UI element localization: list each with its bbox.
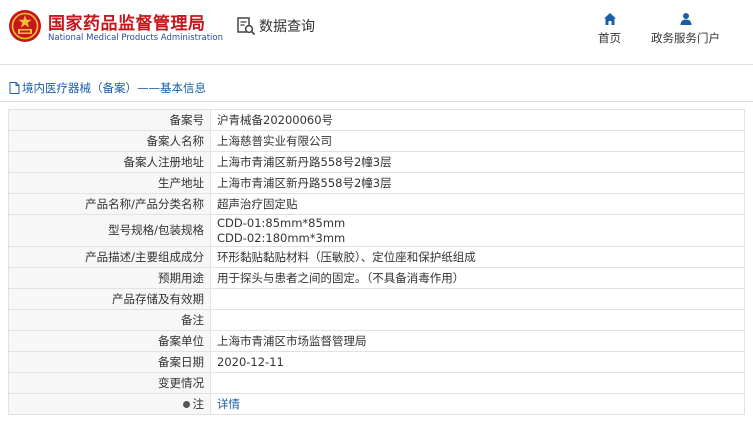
row-value: 上海慈普实业有限公司 [210, 130, 745, 152]
row-label: 产品存储及有效期 [8, 288, 211, 310]
row-value: 2020-12-11 [210, 351, 745, 373]
row-label: 产品名称/产品分类名称 [8, 193, 211, 215]
table-row: 产品存储及有效期 [8, 288, 745, 310]
table-row: 备注 [8, 309, 745, 331]
row-value [210, 372, 745, 394]
row-value [210, 309, 745, 331]
section-title: 境内医疗器械（备案）——基本信息 [22, 81, 206, 95]
data-query-label: 数据查询 [259, 19, 315, 35]
user-icon [680, 13, 691, 25]
nav-home[interactable]: 首页 [598, 12, 621, 46]
table-row: 生产地址 上海市青浦区新丹路558号2幢3层 [8, 172, 745, 194]
brand-subtitle: National Medical Products Administration [48, 33, 223, 43]
table-row: 变更情况 [8, 372, 745, 394]
row-label: 型号规格/包装规格 [8, 214, 211, 247]
table-row: 备案日期 2020-12-11 [8, 351, 745, 373]
data-query-icon [237, 17, 256, 36]
row-value: 上海市青浦区新丹路558号2幢3层 [210, 172, 745, 194]
row-label: 备注 [8, 309, 211, 331]
record-detail-table: 备案号 沪青械备20200060号 备案人名称 上海慈普实业有限公司 备案人注册… [8, 109, 745, 415]
table-row: 型号规格/包装规格 CDD-01:85mm*85mm CDD-02:180mm*… [8, 214, 745, 247]
nav-service-portal-label: 政务服务门户 [651, 31, 720, 45]
row-label: 变更情况 [8, 372, 211, 394]
table-row: 预期用途 用于探头与患者之间的固定。（不具备消毒作用） [8, 267, 745, 289]
row-value: 超声治疗固定贴 [210, 193, 745, 215]
data-query-link[interactable]: 数据查询 [236, 15, 315, 37]
brand-title: 国家药品监督管理局 [48, 14, 206, 34]
row-value: 上海市青浦区新丹路558号2幢3层 [210, 151, 745, 173]
national-emblem-icon [9, 10, 41, 42]
nav-home-label: 首页 [598, 31, 621, 45]
document-icon [9, 82, 20, 94]
row-value: 详情 [210, 393, 745, 415]
table-row: 产品描述/主要组成成分 环形黏贴黏贴材料（压敏胶）、定位座和保护纸组成 [8, 246, 745, 268]
table-row: 注 详情 [8, 393, 745, 415]
row-value: 环形黏贴黏贴材料（压敏胶）、定位座和保护纸组成 [210, 246, 745, 268]
row-value: CDD-01:85mm*85mm CDD-02:180mm*3mm [210, 214, 745, 247]
details-link[interactable]: 详情 [217, 397, 240, 411]
table-row: 备案号 沪青械备20200060号 [8, 109, 745, 131]
row-label: 备案人注册地址 [8, 151, 211, 173]
row-value: 用于探头与患者之间的固定。（不具备消毒作用） [210, 267, 745, 289]
row-label: 备案号 [8, 109, 211, 131]
home-icon [603, 13, 616, 25]
model-spec-line: CDD-01:85mm*85mm [217, 215, 346, 230]
table-row: 备案单位 上海市青浦区市场监督管理局 [8, 330, 745, 352]
note-label: 注 [192, 396, 205, 411]
note-bullet-icon [182, 400, 190, 408]
row-label: 备案单位 [8, 330, 211, 352]
site-header: 国家药品监督管理局 National Medical Products Admi… [0, 0, 753, 65]
package-spec-line: CDD-02:180mm*3mm [217, 230, 346, 245]
table-row: 产品名称/产品分类名称 超声治疗固定贴 [8, 193, 745, 215]
row-label: 生产地址 [8, 172, 211, 194]
row-value [210, 288, 745, 310]
table-row: 备案人注册地址 上海市青浦区新丹路558号2幢3层 [8, 151, 745, 173]
nav-service-portal[interactable]: 政务服务门户 [651, 12, 720, 46]
row-label: 备案日期 [8, 351, 211, 373]
row-label: 预期用途 [8, 267, 211, 289]
section-title-bar: 境内医疗器械（备案）——基本信息 [0, 75, 753, 102]
row-label: 备案人名称 [8, 130, 211, 152]
row-value: 上海市青浦区市场监督管理局 [210, 330, 745, 352]
row-label: 产品描述/主要组成成分 [8, 246, 211, 268]
row-value: 沪青械备20200060号 [210, 109, 745, 131]
row-label: 注 [8, 393, 211, 415]
table-row: 备案人名称 上海慈普实业有限公司 [8, 130, 745, 152]
